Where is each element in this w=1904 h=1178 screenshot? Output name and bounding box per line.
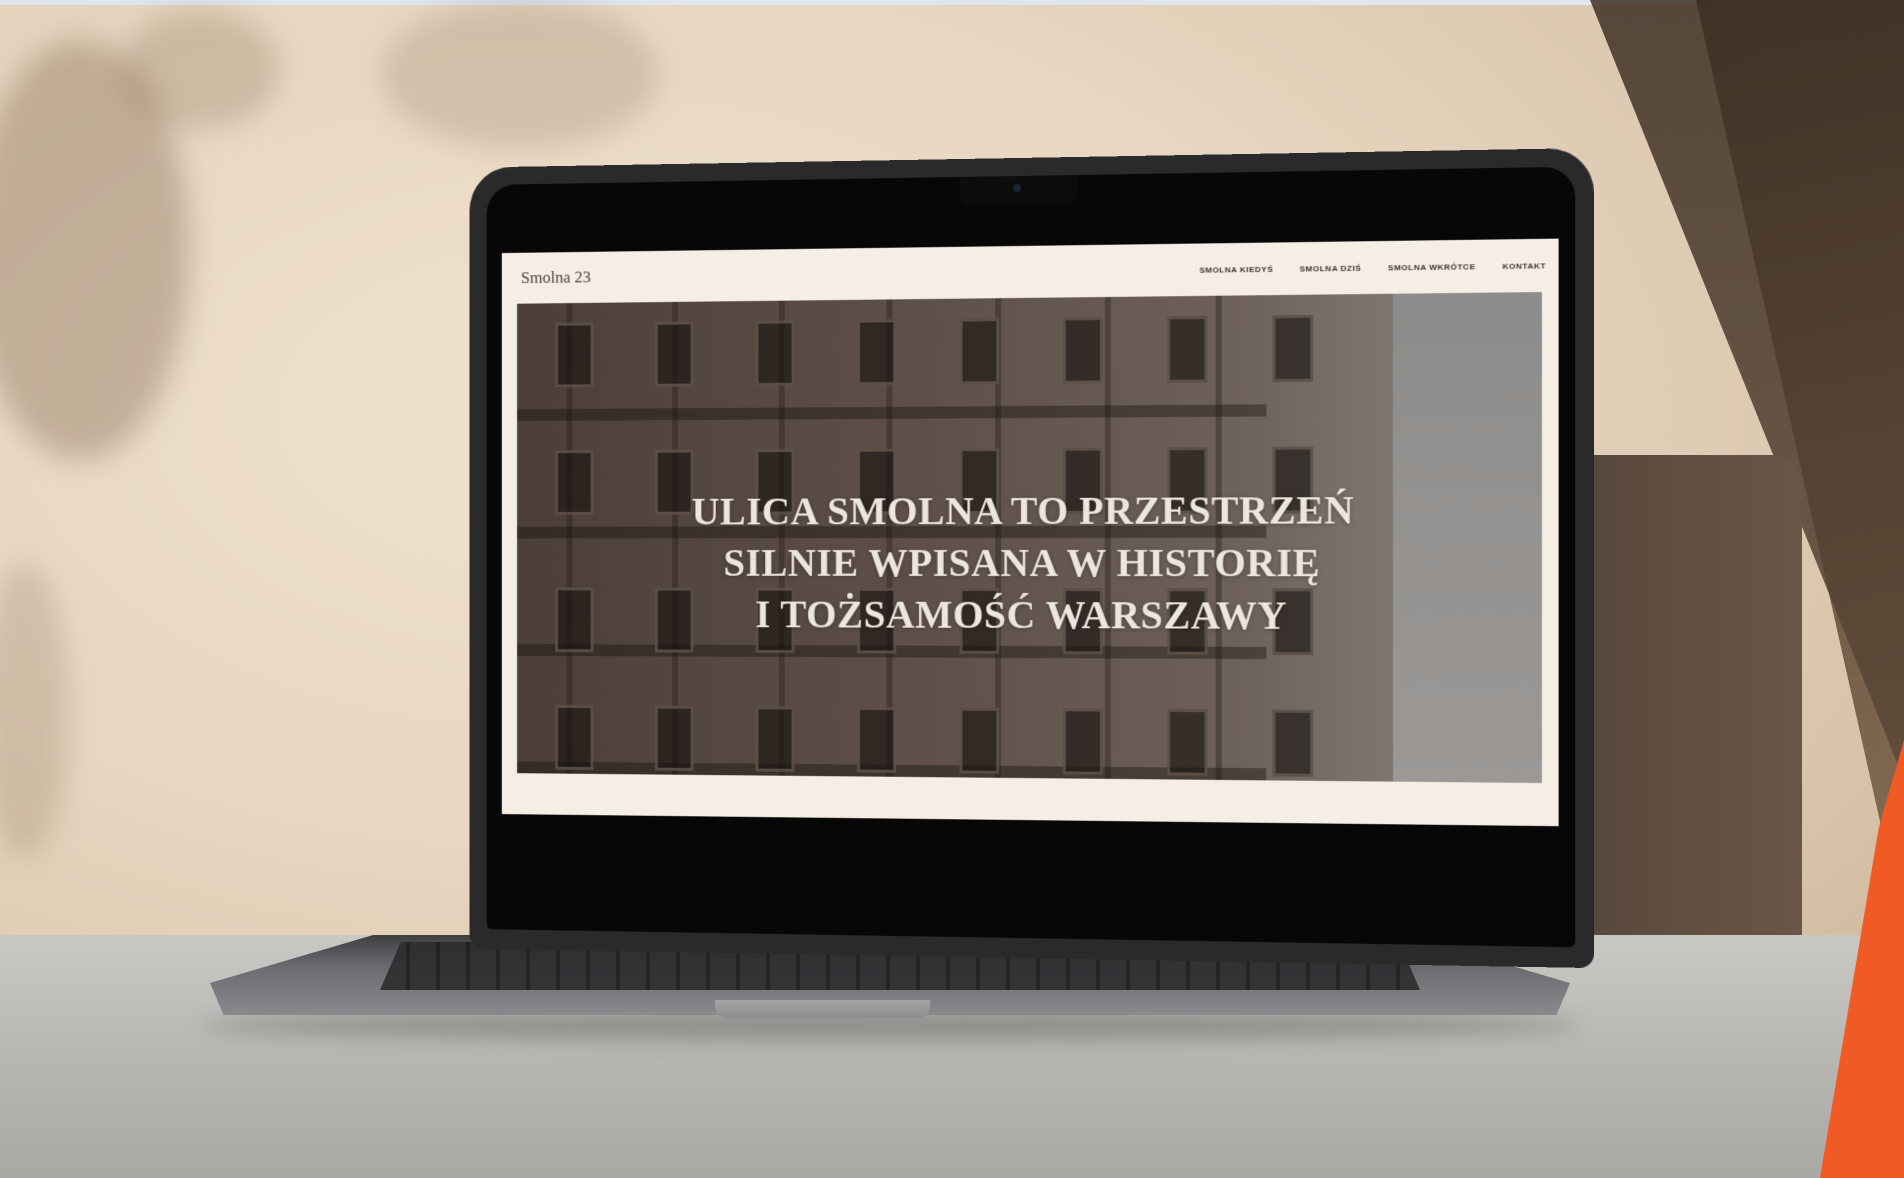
leaf-shadow <box>120 10 280 130</box>
hero-title-line: SILNIE WPISANA W HISTORIĘ <box>723 539 1321 586</box>
camera-icon <box>1013 183 1021 193</box>
window <box>857 706 897 773</box>
nav-link-kontakt[interactable]: KONTAKT <box>1502 261 1546 271</box>
window <box>555 322 594 388</box>
window <box>857 319 897 386</box>
window <box>1062 708 1103 775</box>
window <box>1062 317 1103 384</box>
website-screen: Smolna 23 SMOLNA KIEDYŚ SMOLNA DZIŚ SMOL… <box>501 238 1559 827</box>
hero-title: ULICA SMOLNA TO PRZESTRZEŃ SILNIE WPISAN… <box>517 483 1542 643</box>
window <box>1272 709 1314 777</box>
window <box>1167 708 1208 776</box>
window <box>1167 316 1208 383</box>
laptop-bezel: Smolna 23 SMOLNA KIEDYŚ SMOLNA DZIŚ SMOL… <box>486 166 1576 948</box>
window <box>959 707 1000 774</box>
hero-title-line: I TOŻSAMOŚĆ WARSZAWY <box>755 591 1287 638</box>
window <box>755 320 795 387</box>
leaf-shadow <box>0 560 70 860</box>
nav-link-smolna-wkrotce[interactable]: SMOLNA WKRÓTCE <box>1388 262 1476 272</box>
site-logo[interactable]: Smolna 23 <box>521 268 591 288</box>
backboard <box>1560 455 1802 975</box>
leaf-shadow <box>380 0 660 150</box>
nav-link-smolna-kiedys[interactable]: SMOLNA KIEDYŚ <box>1199 264 1273 274</box>
hero-title-line: ULICA SMOLNA TO PRZESTRZEŃ <box>691 486 1355 534</box>
hero-banner: ULICA SMOLNA TO PRZESTRZEŃ SILNIE WPISAN… <box>517 292 1542 784</box>
window-row <box>555 314 1314 388</box>
window <box>654 705 694 771</box>
window <box>755 706 795 772</box>
laptop-lid: Smolna 23 SMOLNA KIEDYŚ SMOLNA DZIŚ SMOL… <box>469 147 1595 969</box>
nav-link-smolna-dzis[interactable]: SMOLNA DZIŚ <box>1300 263 1362 273</box>
laptop-mockup-scene: Smolna 23 SMOLNA KIEDYŚ SMOLNA DZIŚ SMOL… <box>0 0 1904 1178</box>
laptop-hinge-notch <box>715 1000 930 1018</box>
window <box>654 321 694 387</box>
window <box>959 318 1000 385</box>
site-nav: SMOLNA KIEDYŚ SMOLNA DZIŚ SMOLNA WKRÓTCE… <box>1199 261 1546 274</box>
window <box>1272 314 1314 383</box>
window <box>555 704 594 770</box>
window-row <box>555 704 1314 777</box>
camera-notch <box>959 175 1077 205</box>
